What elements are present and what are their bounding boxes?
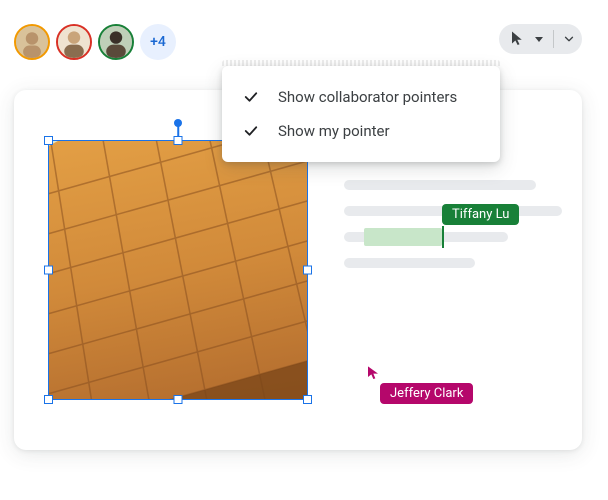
selected-image[interactable] (48, 140, 308, 400)
text-line: Tiffany Lu (344, 232, 508, 242)
resize-handle[interactable] (303, 266, 312, 275)
resize-handle[interactable] (44, 395, 53, 404)
resize-handle[interactable] (44, 136, 53, 145)
collaborator-avatars: +4 (14, 24, 176, 60)
resize-handle[interactable] (174, 395, 183, 404)
collaborator-caret (442, 226, 444, 248)
collaborator-tag: Jeffery Clark (380, 383, 473, 404)
collaborator-pointer: Jeffery Clark (366, 365, 382, 385)
resize-handle[interactable] (44, 266, 53, 275)
resize-handle[interactable] (303, 395, 312, 404)
cursor-icon (509, 30, 527, 48)
collaborator-tag: Tiffany Lu (442, 204, 519, 225)
menu-item-show-collab-pointers[interactable]: Show collaborator pointers (222, 80, 500, 114)
avatar[interactable] (14, 24, 50, 60)
pointer-tool-button[interactable] (499, 24, 582, 54)
text-line (344, 258, 475, 268)
menu-item-label: Show my pointer (278, 122, 390, 140)
pointer-options-menu: Show collaborator pointers Show my point… (222, 66, 500, 162)
avatar[interactable] (56, 24, 92, 60)
pointer-arrow-icon (366, 365, 382, 381)
check-icon (242, 122, 260, 140)
text-line (344, 180, 536, 190)
avatar[interactable] (98, 24, 134, 60)
menu-item-show-my-pointer[interactable]: Show my pointer (222, 114, 500, 148)
check-icon (242, 88, 260, 106)
divider (553, 30, 554, 48)
resize-handle[interactable] (174, 136, 183, 145)
chevron-down-icon[interactable] (560, 30, 578, 48)
caret-down-icon (535, 37, 543, 42)
text-selection-highlight (364, 228, 442, 246)
rotation-handle[interactable] (174, 119, 182, 127)
text-placeholder-block: Tiffany Lu (344, 180, 562, 284)
more-collaborators-badge[interactable]: +4 (140, 24, 176, 60)
menu-item-label: Show collaborator pointers (278, 88, 457, 106)
